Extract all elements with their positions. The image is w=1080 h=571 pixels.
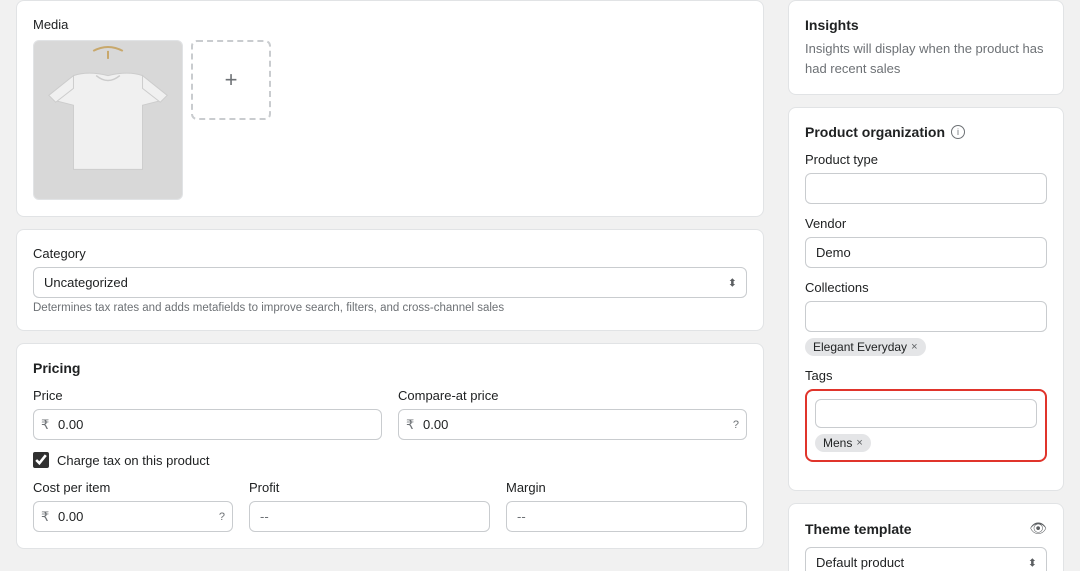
product-type-label: Product type — [805, 152, 1047, 167]
theme-template-card: Theme template 👁 Default product ⬍ — [788, 503, 1064, 571]
price-prefix: ₹ — [41, 417, 49, 433]
media-thumbnail[interactable] — [33, 40, 183, 200]
category-label: Category — [33, 246, 747, 261]
cost-per-item-input[interactable] — [33, 501, 233, 532]
org-title: Product organization — [805, 124, 945, 140]
price-input[interactable] — [33, 409, 382, 440]
pricing-card: Pricing Price ₹ Compare-at price ₹ ? C — [16, 343, 764, 549]
theme-title-row: Theme template 👁 — [805, 520, 1047, 537]
media-row: + — [33, 40, 747, 200]
cost-per-item-label: Cost per item — [33, 480, 233, 495]
product-organization-card: Product organization i Product type Vend… — [788, 107, 1064, 491]
category-card: Category Uncategorized ⬍ Determines tax … — [16, 229, 764, 331]
theme-title: Theme template — [805, 521, 912, 537]
preview-icon[interactable]: 👁 — [1029, 520, 1047, 537]
tag-chip-label: Mens — [823, 436, 852, 450]
collections-chips: Elegant Everyday × — [805, 332, 1047, 356]
charge-tax-row: Charge tax on this product — [33, 452, 747, 468]
profit-input[interactable] — [249, 501, 490, 532]
price-input-wrap: ₹ — [33, 409, 382, 440]
category-select-wrapper: Uncategorized ⬍ — [33, 267, 747, 298]
compare-price-help-icon[interactable]: ? — [733, 419, 739, 431]
collection-chip-remove[interactable]: × — [911, 342, 917, 353]
theme-select-wrapper: Default product ⬍ — [805, 547, 1047, 571]
org-info-icon[interactable]: i — [951, 125, 965, 139]
shirt-image — [34, 41, 182, 199]
cost-per-item-input-wrap: ₹ ? — [33, 501, 233, 532]
collections-input[interactable] — [805, 301, 1047, 332]
profit-field: Profit — [249, 480, 490, 532]
insights-description: Insights will display when the product h… — [805, 39, 1047, 78]
price-field: Price ₹ — [33, 388, 382, 440]
profit-label: Profit — [249, 480, 490, 495]
margin-label: Margin — [506, 480, 747, 495]
compare-price-prefix: ₹ — [406, 417, 414, 433]
tags-field-wrapper: Mens × — [805, 389, 1047, 462]
tags-input[interactable] — [815, 399, 1037, 428]
add-media-button[interactable]: + — [191, 40, 271, 120]
insights-title: Insights — [805, 17, 1047, 33]
theme-select[interactable]: Default product — [805, 547, 1047, 571]
cost-prefix: ₹ — [41, 509, 49, 525]
tags-field: Tags Mens × — [805, 368, 1047, 462]
org-title-row: Product organization i — [805, 124, 1047, 140]
charge-tax-label: Charge tax on this product — [57, 453, 209, 468]
vendor-field: Vendor — [805, 216, 1047, 268]
tags-label: Tags — [805, 368, 1047, 383]
collection-chip-label: Elegant Everyday — [813, 340, 907, 354]
vendor-input[interactable] — [805, 237, 1047, 268]
tags-chips: Mens × — [815, 428, 1037, 452]
category-hint: Determines tax rates and adds metafields… — [33, 302, 747, 314]
compare-price-input-wrap: ₹ ? — [398, 409, 747, 440]
collections-label: Collections — [805, 280, 1047, 295]
tag-chip-remove[interactable]: × — [856, 438, 862, 449]
collections-field: Collections Elegant Everyday × — [805, 280, 1047, 356]
compare-price-field: Compare-at price ₹ ? — [398, 388, 747, 440]
category-select[interactable]: Uncategorized — [33, 267, 747, 298]
cost-row: Cost per item ₹ ? Profit Margin — [33, 480, 747, 532]
cost-help-icon[interactable]: ? — [219, 511, 225, 523]
insights-card: Insights Insights will display when the … — [788, 0, 1064, 95]
margin-input[interactable] — [506, 501, 747, 532]
product-type-input[interactable] — [805, 173, 1047, 204]
compare-price-label: Compare-at price — [398, 388, 747, 403]
media-label: Media — [33, 17, 747, 32]
media-card: Media + — [16, 0, 764, 217]
product-type-field: Product type — [805, 152, 1047, 204]
charge-tax-checkbox[interactable] — [33, 452, 49, 468]
margin-field: Margin — [506, 480, 747, 532]
price-row: Price ₹ Compare-at price ₹ ? — [33, 388, 747, 440]
cost-per-item-field: Cost per item ₹ ? — [33, 480, 233, 532]
price-label: Price — [33, 388, 382, 403]
tag-chip-mens: Mens × — [815, 434, 871, 452]
vendor-label: Vendor — [805, 216, 1047, 231]
compare-price-input[interactable] — [398, 409, 747, 440]
collection-chip-elegant: Elegant Everyday × — [805, 338, 926, 356]
pricing-title: Pricing — [33, 360, 747, 376]
